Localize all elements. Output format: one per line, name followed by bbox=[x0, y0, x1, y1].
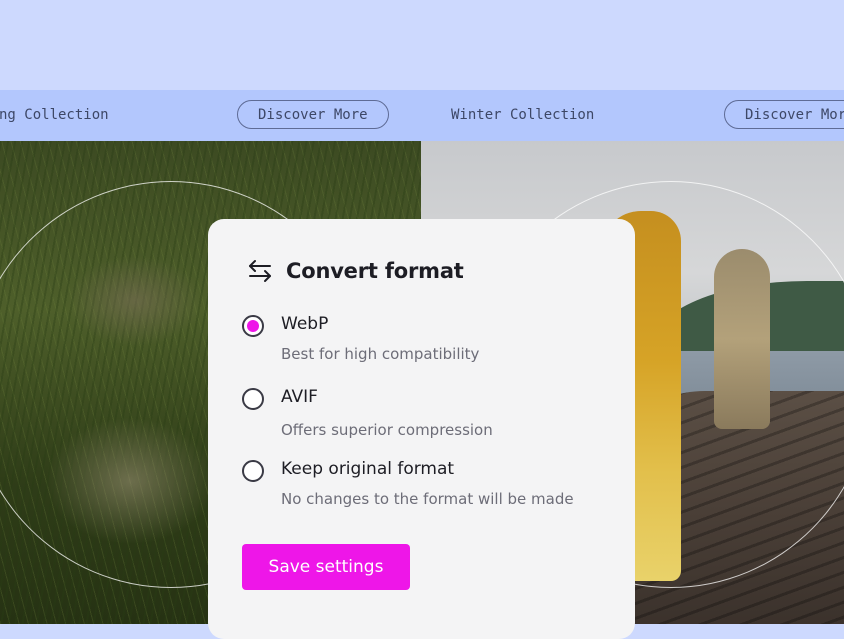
convert-format-dialog: Convert format WebP Best for high compat… bbox=[208, 219, 635, 639]
photo-person-camo bbox=[714, 249, 770, 429]
save-settings-button[interactable]: Save settings bbox=[242, 544, 410, 590]
dialog-header: Convert format bbox=[246, 255, 464, 287]
radio-keep-original[interactable] bbox=[242, 460, 264, 482]
radio-webp[interactable] bbox=[242, 315, 264, 337]
option-description: No changes to the format will be made bbox=[281, 490, 574, 508]
swap-arrows-icon bbox=[246, 257, 274, 285]
option-label: Keep original format bbox=[281, 459, 455, 479]
collection-label-spring: ng Collection bbox=[0, 107, 109, 123]
top-background bbox=[0, 0, 844, 90]
option-description: Offers superior compression bbox=[281, 421, 493, 439]
option-description: Best for high compatibility bbox=[281, 345, 480, 363]
dialog-title: Convert format bbox=[286, 259, 464, 283]
collection-banner: ng Collection Discover More Winter Colle… bbox=[0, 90, 844, 141]
discover-more-button[interactable]: Discover More bbox=[237, 100, 389, 129]
radio-avif[interactable] bbox=[242, 388, 264, 410]
option-label: WebP bbox=[281, 314, 329, 334]
option-label: AVIF bbox=[281, 387, 318, 407]
discover-more-button[interactable]: Discover More bbox=[724, 100, 844, 129]
collection-label-winter: Winter Collection bbox=[451, 107, 595, 123]
